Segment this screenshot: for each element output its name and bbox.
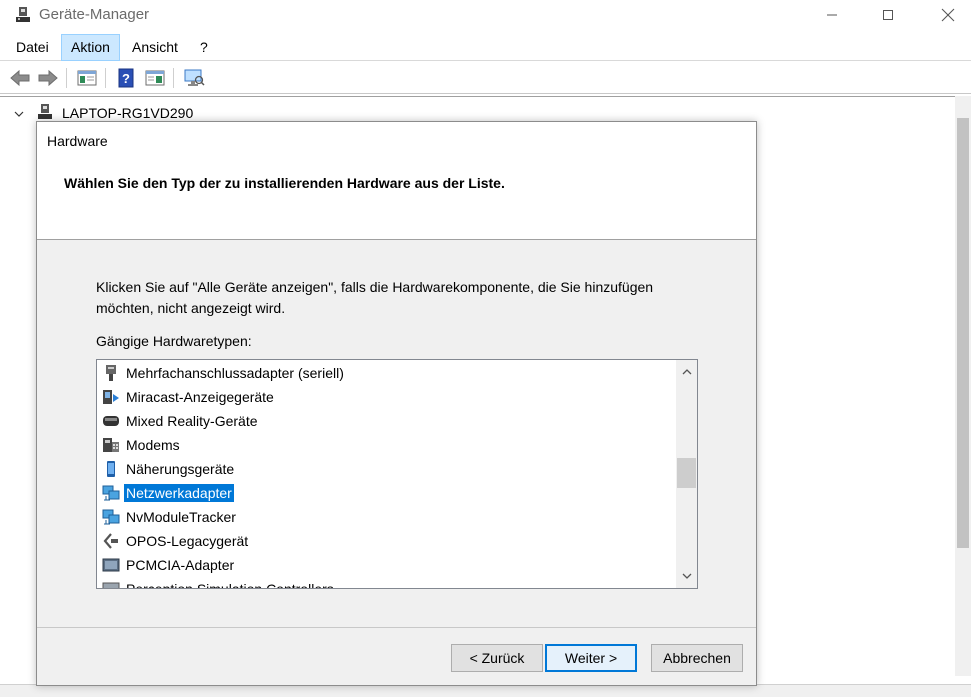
maximize-icon xyxy=(883,10,893,20)
list-item[interactable]: NvModuleTracker xyxy=(102,506,238,528)
list-item[interactable]: Modems xyxy=(102,434,182,456)
toolbar-separator xyxy=(66,68,67,88)
forward-button[interactable] xyxy=(36,66,60,90)
list-item[interactable]: Mehrfachanschlussadapter (seriell) xyxy=(102,362,346,384)
footer-divider xyxy=(37,627,756,628)
back-button[interactable] xyxy=(8,66,32,90)
scroll-up-button[interactable] xyxy=(676,362,697,382)
toolbar: ? xyxy=(0,62,971,94)
scan-hardware-icon xyxy=(184,69,205,86)
close-icon xyxy=(941,8,955,22)
toolbar-separator xyxy=(105,68,106,88)
menu-aktion[interactable]: Aktion xyxy=(61,34,120,61)
dialog-heading: Wählen Sie den Typ der zu installierende… xyxy=(64,175,505,191)
list-item-selected[interactable]: Netzwerkadapter xyxy=(102,482,234,504)
dialog-title: Hardware xyxy=(47,133,108,149)
title-bar: Geräte-Manager xyxy=(0,0,971,32)
cancel-button[interactable]: Abbrechen xyxy=(651,644,743,672)
chevron-up-icon xyxy=(682,369,691,375)
list-item-label: Mixed Reality-Geräte xyxy=(126,413,258,429)
back-icon xyxy=(10,69,30,87)
miracast-display-icon xyxy=(102,388,120,406)
menu-ansicht[interactable]: Ansicht xyxy=(123,34,187,61)
network-adapter-icon xyxy=(102,484,120,502)
pcmcia-adapter-icon xyxy=(102,556,120,574)
forward-icon xyxy=(38,69,58,87)
scan-hardware-button[interactable] xyxy=(182,66,206,90)
list-item-label: Mehrfachanschlussadapter (seriell) xyxy=(126,365,344,381)
mixed-reality-icon xyxy=(102,412,120,430)
toolbar-separator xyxy=(173,68,174,88)
list-item-label: PCMCIA-Adapter xyxy=(126,557,235,573)
minimize-button[interactable] xyxy=(808,0,856,30)
hardware-types-list[interactable]: Mehrfachanschlussadapter (seriell) Mirac… xyxy=(96,359,698,589)
menu-datei[interactable]: Datei xyxy=(7,34,58,61)
properties-button[interactable] xyxy=(143,66,167,90)
help-button[interactable]: ? xyxy=(114,66,138,90)
list-item[interactable]: Mixed Reality-Geräte xyxy=(102,410,260,432)
list-scrollbar-thumb[interactable] xyxy=(677,458,696,488)
list-item[interactable]: Näherungsgeräte xyxy=(102,458,236,480)
help-icon: ? xyxy=(118,68,134,88)
list-item-label: Miracast-Anzeigegeräte xyxy=(126,389,274,405)
list-item-label: Netzwerkadapter xyxy=(124,484,234,502)
nv-module-tracker-icon xyxy=(102,508,120,526)
list-item[interactable]: Miracast-Anzeigegeräte xyxy=(102,386,276,408)
maximize-button[interactable] xyxy=(864,0,912,30)
close-button[interactable] xyxy=(924,0,971,30)
perception-controller-icon xyxy=(102,580,120,588)
proximity-device-icon xyxy=(102,460,120,478)
minimize-icon xyxy=(827,14,837,16)
console-tree-button[interactable] xyxy=(75,66,99,90)
window-title: Geräte-Manager xyxy=(39,6,150,23)
dialog-header: Hardware Wählen Sie den Typ der zu insta… xyxy=(37,122,756,240)
tree-scrollbar-thumb[interactable] xyxy=(957,118,969,548)
list-item-label: OPOS-Legacygerät xyxy=(126,533,249,549)
svg-text:?: ? xyxy=(122,71,130,86)
back-button-dialog[interactable]: < Zurück xyxy=(451,644,543,672)
chevron-down-icon[interactable] xyxy=(14,105,28,121)
list-item-label: Perception Simulation Controllers xyxy=(126,581,334,589)
list-item[interactable]: Perception Simulation Controllers xyxy=(102,578,336,589)
opos-device-icon xyxy=(102,532,120,550)
add-hardware-dialog: Hardware Wählen Sie den Typ der zu insta… xyxy=(36,121,757,686)
menu-help[interactable]: ? xyxy=(191,34,217,61)
next-button[interactable]: Weiter > xyxy=(545,644,637,672)
dialog-description: Klicken Sie auf "Alle Geräte anzeigen", … xyxy=(96,279,654,316)
show-hide-console-tree-icon xyxy=(77,70,97,86)
properties-icon xyxy=(145,70,165,86)
tree-scrollbar[interactable] xyxy=(955,96,971,676)
serial-adapter-icon xyxy=(102,364,120,382)
chevron-down-icon xyxy=(682,573,691,579)
menu-bar: Datei Aktion Ansicht ? xyxy=(0,34,971,61)
list-item[interactable]: PCMCIA-Adapter xyxy=(102,554,236,576)
hardware-types-label: Gängige Hardwaretypen: xyxy=(96,333,252,349)
device-manager-icon xyxy=(14,6,32,24)
list-item-label: NvModuleTracker xyxy=(126,509,236,525)
tree-root-label: LAPTOP-RG1VD290 xyxy=(62,105,194,121)
modem-icon xyxy=(102,436,120,454)
list-item-label: Modems xyxy=(126,437,180,453)
list-item-label: Näherungsgeräte xyxy=(126,461,235,477)
list-item[interactable]: OPOS-Legacygerät xyxy=(102,530,250,552)
tree-root-computer[interactable]: LAPTOP-RG1VD290 xyxy=(14,103,193,123)
list-scrollbar[interactable] xyxy=(676,360,697,588)
scroll-down-button[interactable] xyxy=(676,566,697,586)
